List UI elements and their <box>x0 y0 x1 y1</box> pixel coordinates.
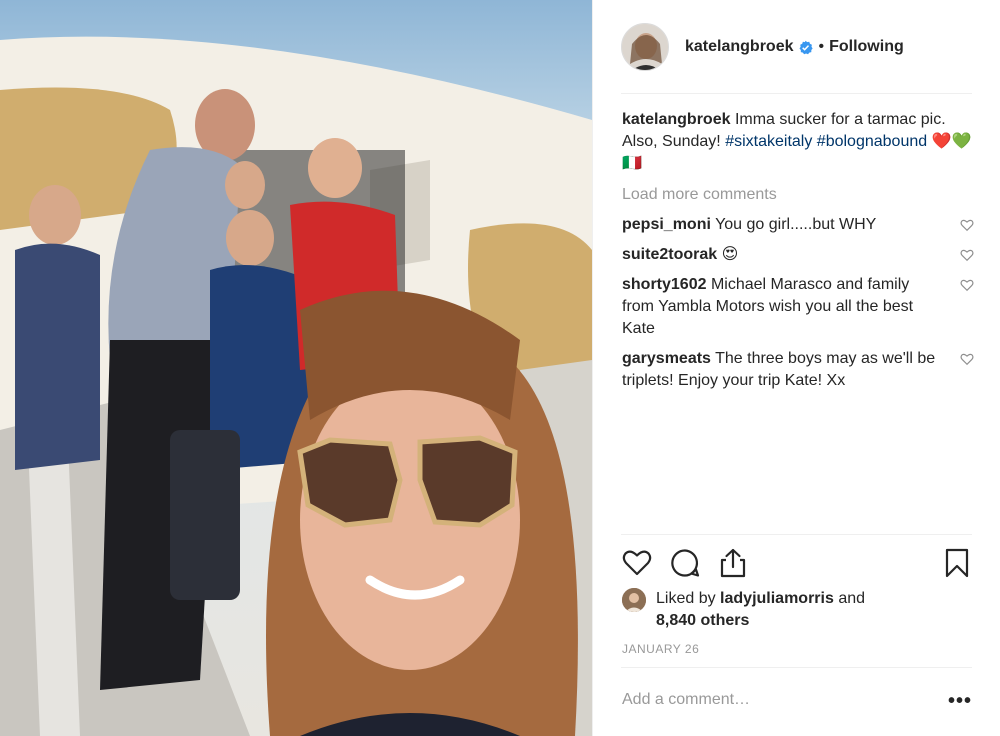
comment-username[interactable]: shorty1602 <box>622 276 707 293</box>
bookmark-icon[interactable] <box>941 547 973 579</box>
comment-like-heart-icon[interactable] <box>960 218 974 232</box>
following-button[interactable]: Following <box>829 38 904 56</box>
share-icon[interactable] <box>717 547 749 579</box>
add-comment-input[interactable]: Add a comment… <box>622 691 750 709</box>
heart-icon[interactable] <box>621 547 653 579</box>
liked-by-and: and <box>838 590 866 607</box>
hashtag-link[interactable]: #sixtakeitaly <box>725 133 812 150</box>
comment-like-heart-icon[interactable] <box>960 248 974 262</box>
post-header: katelangbroek • Following <box>621 20 973 74</box>
comment-username[interactable]: suite2toorak <box>622 246 717 263</box>
post-caption: katelangbroek Imma sucker for a tarmac p… <box>622 109 974 175</box>
caption-username[interactable]: katelangbroek <box>622 111 730 128</box>
photo-illustration <box>0 36 592 736</box>
comment-item: shorty1602 Michael Marasco and family fr… <box>622 274 974 340</box>
author-avatar[interactable] <box>621 23 669 71</box>
actions-divider <box>621 534 972 535</box>
comment-text: You go girl.....but WHY <box>715 216 877 233</box>
post-side-panel: katelangbroek • Following katelangbroek … <box>592 0 1000 736</box>
likes-summary: Liked by ladyjuliamorris and 8,840 other… <box>622 588 974 632</box>
comment-item: garysmeats The three boys may as we'll b… <box>622 348 974 392</box>
comments-section: katelangbroek Imma sucker for a tarmac p… <box>622 109 974 392</box>
post-date[interactable]: JANUARY 26 <box>622 642 699 656</box>
likes-count[interactable]: 8,840 others <box>656 610 974 632</box>
comment-item: pepsi_moni You go girl.....but WHY <box>622 214 974 236</box>
load-more-comments-button[interactable]: Load more comments <box>622 184 974 206</box>
likes-text: Liked by ladyjuliamorris and <box>656 588 974 610</box>
liker-avatar[interactable] <box>622 588 646 612</box>
header-divider <box>621 93 972 94</box>
comment-box-divider <box>621 667 972 668</box>
avatar-image <box>622 24 668 70</box>
more-options-icon[interactable]: ••• <box>948 690 972 713</box>
comment-item: suite2toorak 😍 <box>622 244 974 266</box>
comment-like-heart-icon[interactable] <box>960 352 974 366</box>
comment-bubble-icon[interactable] <box>669 547 701 579</box>
comment-text: 😍 <box>721 246 739 263</box>
liker-avatar-image <box>622 588 646 612</box>
liked-by-prefix: Liked by <box>656 590 716 607</box>
hashtag-link[interactable]: #bolognabound <box>817 133 927 150</box>
liked-by-user[interactable]: ladyjuliamorris <box>720 590 834 607</box>
verified-badge-icon <box>799 40 814 54</box>
comment-username[interactable]: garysmeats <box>622 350 711 367</box>
follow-separator: • <box>818 38 825 55</box>
comment-username[interactable]: pepsi_moni <box>622 216 711 233</box>
author-username[interactable]: katelangbroek <box>685 38 793 56</box>
comment-like-heart-icon[interactable] <box>960 278 974 292</box>
post-photo[interactable] <box>0 0 592 736</box>
post-actions-bar <box>621 545 973 583</box>
